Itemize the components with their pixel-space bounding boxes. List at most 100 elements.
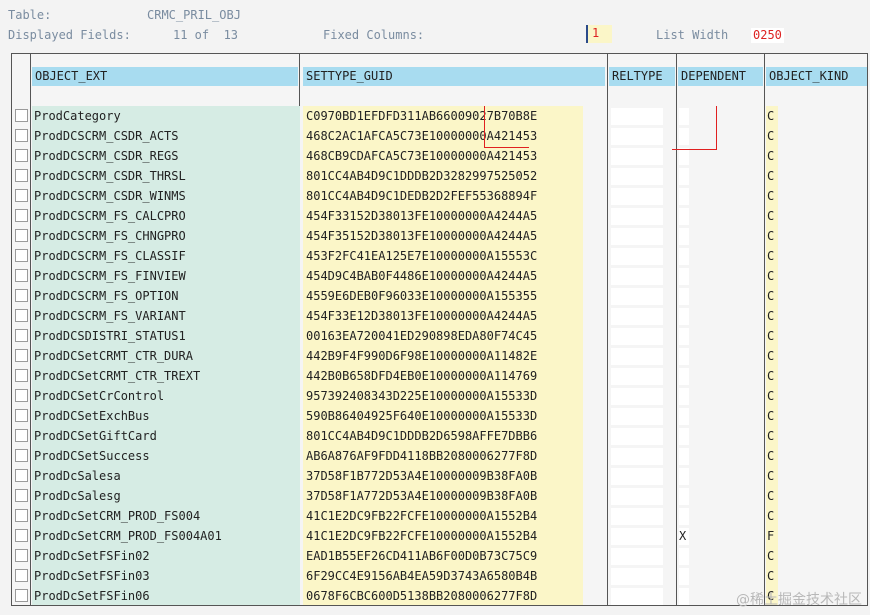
settype-guid-cell[interactable]: EAD1B55EF26CD411AB6F00D0B73C75C9 bbox=[303, 546, 583, 566]
dependent-cell[interactable]: X bbox=[679, 528, 689, 545]
settype-guid-cell[interactable]: 453F2FC41EA125E7E10000000A15553C bbox=[303, 246, 583, 266]
table-row[interactable]: ProdDcSalesg 37D58F1A772D53A4E10000009B38… bbox=[12, 486, 867, 506]
column-header-settype-guid[interactable]: SETTYPE_GUID bbox=[303, 67, 605, 86]
settype-guid-cell[interactable]: 590B86404925F640E10000000A15533D bbox=[303, 406, 583, 426]
reltype-cell[interactable] bbox=[611, 508, 663, 525]
table-row[interactable]: ProdDCSCRM_FS_OPTION 4559E6DEB0F96033E100… bbox=[12, 286, 867, 306]
row-select-checkbox[interactable] bbox=[15, 369, 28, 382]
table-row[interactable]: ProdDCSCRM_FS_CALCPRO 454F33152D38013FE10… bbox=[12, 206, 867, 226]
object-ext-cell[interactable]: ProdDCSCRM_FS_VARIANT bbox=[32, 306, 300, 326]
object-ext-cell[interactable]: ProdDcSetCRM_PROD_FS004 bbox=[32, 506, 300, 526]
object-ext-cell[interactable]: ProdDCSetSuccess bbox=[32, 446, 300, 466]
reltype-cell[interactable] bbox=[611, 588, 663, 605]
table-row[interactable]: ProdDCSCRM_FS_CHNGPRO 454F35152D38013FE10… bbox=[12, 226, 867, 246]
row-select-checkbox[interactable] bbox=[15, 449, 28, 462]
table-row[interactable]: ProdDcSalesa 37D58F1B772D53A4E10000009B38… bbox=[12, 466, 867, 486]
reltype-cell[interactable] bbox=[611, 548, 663, 565]
table-row[interactable]: ProdDCSCRM_FS_FINVIEW 454D9C4BAB0F4486E10… bbox=[12, 266, 867, 286]
row-select-checkbox[interactable] bbox=[15, 209, 28, 222]
table-row[interactable]: ProdDcSetCRM_PROD_FS004 41C1E2DC9FB22FCFE… bbox=[12, 506, 867, 526]
table-row[interactable]: ProdDCSetCrControl 957392408343D225E10000… bbox=[12, 386, 867, 406]
column-header-dependent[interactable]: DEPENDENT bbox=[678, 67, 763, 86]
row-select-checkbox[interactable] bbox=[15, 309, 28, 322]
fixed-columns-input[interactable]: 1 bbox=[586, 25, 612, 43]
object-kind-cell[interactable]: C bbox=[766, 506, 778, 526]
settype-guid-cell[interactable]: 37D58F1A772D53A4E10000009B38FA0B bbox=[303, 486, 583, 506]
object-kind-cell[interactable]: C bbox=[766, 386, 778, 406]
dependent-cell[interactable] bbox=[679, 368, 689, 385]
row-select-checkbox[interactable] bbox=[15, 509, 28, 522]
object-kind-cell[interactable]: C bbox=[766, 366, 778, 386]
settype-guid-cell[interactable]: 00163EA720041ED290898EDA80F74C45 bbox=[303, 326, 583, 346]
table-row[interactable]: ProdDcSetCRM_PROD_FS004A01 41C1E2DC9FB22F… bbox=[12, 526, 867, 546]
row-select-checkbox[interactable] bbox=[15, 549, 28, 562]
reltype-cell[interactable] bbox=[611, 108, 663, 125]
dependent-cell[interactable] bbox=[679, 448, 689, 465]
table-row[interactable]: ProdDCSCRM_CSDR_ACTS 468C2AC1AFCA5C73E100… bbox=[12, 126, 867, 146]
table-row[interactable]: ProdDCSCRM_CSDR_WINMS 801CC4AB4D9C1DEDB2D… bbox=[12, 186, 867, 206]
dependent-cell[interactable] bbox=[679, 228, 689, 245]
column-header-object-kind[interactable]: OBJECT_KIND bbox=[766, 67, 867, 86]
dependent-cell[interactable] bbox=[679, 348, 689, 365]
table-row[interactable]: ProdDCSetGiftCard 801CC4AB4D9C1DDDB2D6598… bbox=[12, 426, 867, 446]
table-row[interactable]: ProdDCSCRM_CSDR_REGS 468CB9CDAFCA5C73E100… bbox=[12, 146, 867, 166]
object-ext-cell[interactable]: ProdDCSCRM_FS_CLASSIF bbox=[32, 246, 300, 266]
object-kind-cell[interactable]: C bbox=[766, 466, 778, 486]
settype-guid-cell[interactable]: 801CC4AB4D9C1DDDB2D6598AFFE7DBB6 bbox=[303, 426, 583, 446]
object-ext-cell[interactable]: ProdDCSCRM_FS_FINVIEW bbox=[32, 266, 300, 286]
object-kind-cell[interactable]: F bbox=[766, 526, 778, 546]
dependent-cell[interactable] bbox=[679, 548, 689, 565]
dependent-cell[interactable] bbox=[679, 508, 689, 525]
dependent-cell[interactable] bbox=[679, 328, 689, 345]
settype-guid-cell[interactable]: 0678F6CBC600D5138BB2080006277F8D bbox=[303, 586, 583, 605]
reltype-cell[interactable] bbox=[611, 208, 663, 225]
settype-guid-cell[interactable]: 801CC4AB4D9C1DEDB2D2FEF55368894F bbox=[303, 186, 583, 206]
dependent-cell[interactable] bbox=[679, 588, 689, 605]
object-ext-cell[interactable]: ProdDCSetExchBus bbox=[32, 406, 300, 426]
reltype-cell[interactable] bbox=[611, 228, 663, 245]
list-width-input[interactable]: 0250 bbox=[751, 28, 784, 43]
object-ext-cell[interactable]: ProdDCSDISTRI_STATUS1 bbox=[32, 326, 300, 346]
reltype-cell[interactable] bbox=[611, 468, 663, 485]
dependent-cell[interactable] bbox=[679, 268, 689, 285]
settype-guid-cell[interactable]: 6F29CC4E9156AB4EA59D3743A6580B4B bbox=[303, 566, 583, 586]
object-ext-cell[interactable]: ProdDCSCRM_CSDR_REGS bbox=[32, 146, 300, 166]
row-select-checkbox[interactable] bbox=[15, 389, 28, 402]
dependent-cell[interactable] bbox=[679, 248, 689, 265]
reltype-cell[interactable] bbox=[611, 128, 663, 145]
object-ext-cell[interactable]: ProdCategory bbox=[32, 106, 300, 126]
settype-guid-cell[interactable]: 37D58F1B772D53A4E10000009B38FA0B bbox=[303, 466, 583, 486]
reltype-cell[interactable] bbox=[611, 248, 663, 265]
reltype-cell[interactable] bbox=[611, 168, 663, 185]
settype-guid-cell[interactable]: 454F33152D38013FE10000000A4244A5 bbox=[303, 206, 583, 226]
row-select-checkbox[interactable] bbox=[15, 189, 28, 202]
dependent-cell[interactable] bbox=[679, 568, 689, 585]
object-ext-cell[interactable]: ProdDCSetCRMT_CTR_DURA bbox=[32, 346, 300, 366]
reltype-cell[interactable] bbox=[611, 288, 663, 305]
table-row[interactable]: ProdCategory C0970BD1EFDFD311AB66009027B7… bbox=[12, 106, 867, 126]
row-select-checkbox[interactable] bbox=[15, 129, 28, 142]
reltype-cell[interactable] bbox=[611, 428, 663, 445]
row-select-checkbox[interactable] bbox=[15, 269, 28, 282]
table-row[interactable]: ProdDCSetCRMT_CTR_DURA 442B9F4F990D6F98E1… bbox=[12, 346, 867, 366]
object-kind-cell[interactable]: C bbox=[766, 406, 778, 426]
settype-guid-cell[interactable]: 801CC4AB4D9C1DDDB2D3282997525052 bbox=[303, 166, 583, 186]
object-ext-cell[interactable]: ProdDcSalesg bbox=[32, 486, 300, 506]
object-kind-cell[interactable]: C bbox=[766, 546, 778, 566]
reltype-cell[interactable] bbox=[611, 268, 663, 285]
row-select-checkbox[interactable] bbox=[15, 249, 28, 262]
table-row[interactable]: ProdDCSetSuccess AB6A876AF9FDD4118BB20800… bbox=[12, 446, 867, 466]
object-ext-cell[interactable]: ProdDCSCRM_CSDR_THRSL bbox=[32, 166, 300, 186]
settype-guid-cell[interactable]: 454F35152D38013FE10000000A4244A5 bbox=[303, 226, 583, 246]
settype-guid-cell[interactable]: 442B0B658DFD4EB0E10000000A114769 bbox=[303, 366, 583, 386]
row-select-checkbox[interactable] bbox=[15, 229, 28, 242]
table-row[interactable]: ProdDCSCRM_FS_VARIANT 454F33E12D38013FE10… bbox=[12, 306, 867, 326]
object-ext-cell[interactable]: ProdDcSetFSFin02 bbox=[32, 546, 300, 566]
object-ext-cell[interactable]: ProdDCSCRM_FS_CALCPRO bbox=[32, 206, 300, 226]
reltype-cell[interactable] bbox=[611, 348, 663, 365]
object-kind-cell[interactable]: C bbox=[766, 146, 778, 166]
dependent-cell[interactable] bbox=[679, 308, 689, 325]
reltype-cell[interactable] bbox=[611, 388, 663, 405]
dependent-cell[interactable] bbox=[679, 188, 689, 205]
row-select-checkbox[interactable] bbox=[15, 329, 28, 342]
